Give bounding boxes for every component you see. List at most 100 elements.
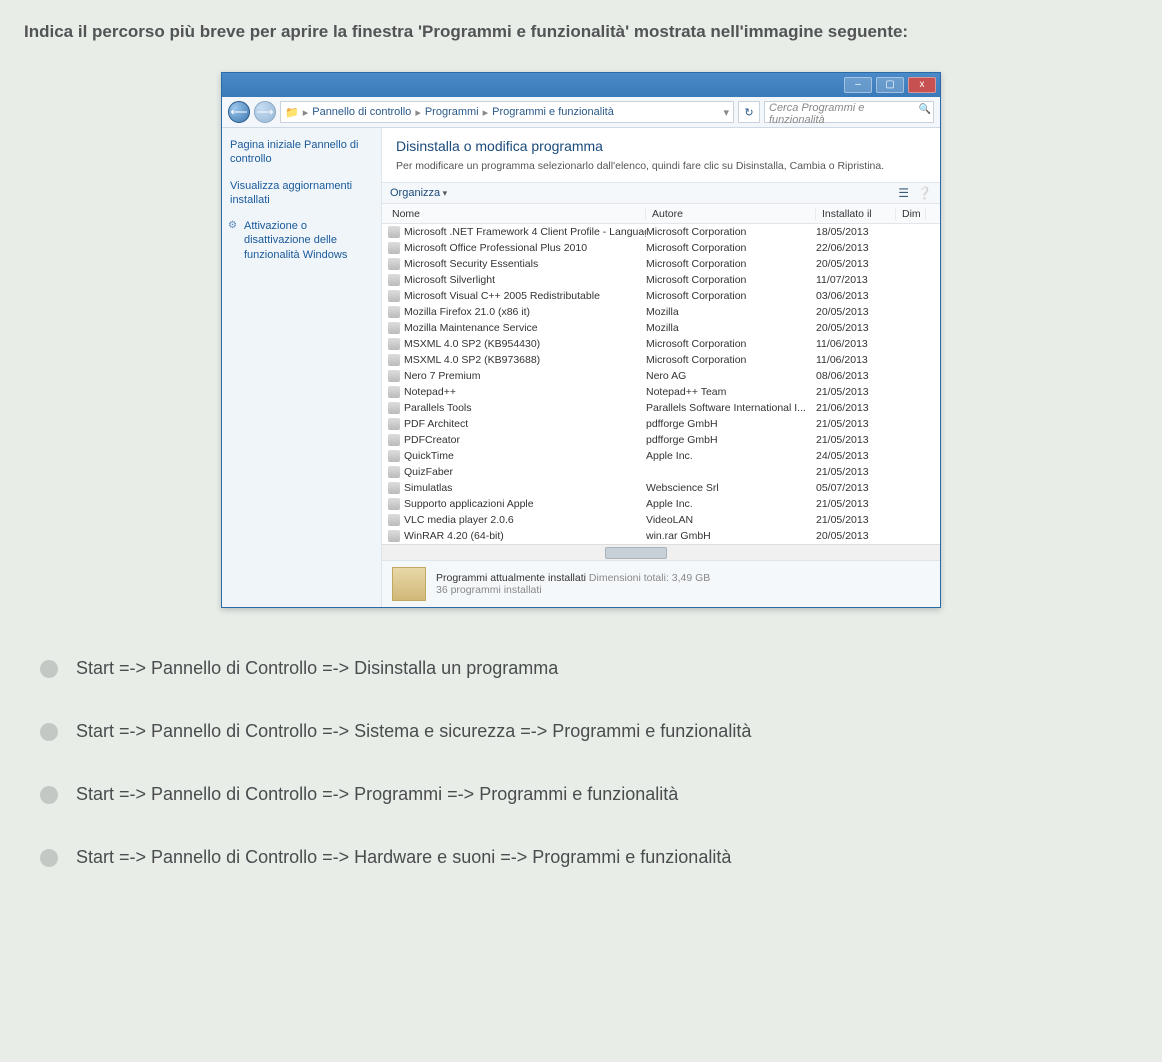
program-name: MSXML 4.0 SP2 (KB973688): [404, 354, 540, 366]
search-input[interactable]: Cerca Programmi e funzionalità: [764, 101, 934, 123]
answer-option-3[interactable]: Start =-> Pannello di Controllo =-> Prog…: [40, 784, 1142, 805]
program-date: 21/05/2013: [816, 466, 896, 478]
nav-back-button[interactable]: ⟵: [228, 101, 250, 123]
program-date: 11/07/2013: [816, 274, 896, 286]
program-name: Notepad++: [404, 386, 456, 398]
program-row[interactable]: PDF Architectpdfforge GmbH21/05/2013: [382, 416, 940, 432]
program-row[interactable]: PDFCreatorpdfforge GmbH21/05/2013: [382, 432, 940, 448]
program-date: 03/06/2013: [816, 290, 896, 302]
program-row[interactable]: QuizFaber 21/05/2013: [382, 464, 940, 480]
program-author: Nero AG: [646, 370, 816, 382]
program-icon: [388, 498, 400, 510]
radio-icon[interactable]: [40, 849, 58, 867]
crumb-programs-features[interactable]: Programmi e funzionalità: [492, 106, 614, 118]
program-date: 21/05/2013: [816, 498, 896, 510]
program-name: Microsoft Security Essentials: [404, 258, 538, 270]
refresh-button[interactable]: ↻: [738, 101, 760, 123]
program-row[interactable]: MSXML 4.0 SP2 (KB954430)Microsoft Corpor…: [382, 336, 940, 352]
program-list[interactable]: Microsoft .NET Framework 4 Client Profil…: [382, 224, 940, 544]
program-row[interactable]: Microsoft .NET Framework 4 Client Profil…: [382, 224, 940, 240]
status-line1-sub: Dimensioni totali: 3,49 GB: [589, 572, 710, 584]
crumb-control-panel[interactable]: Pannello di controllo: [312, 106, 411, 118]
program-icon: [388, 322, 400, 334]
program-icon: [388, 258, 400, 270]
program-row[interactable]: Mozilla Maintenance ServiceMozilla20/05/…: [382, 320, 940, 336]
toolbar: Organizza ☰ ❔: [382, 182, 940, 204]
program-date: 22/06/2013: [816, 242, 896, 254]
sidebar-link-updates[interactable]: Visualizza aggiornamenti installati: [230, 179, 373, 208]
program-row[interactable]: Microsoft Security EssentialsMicrosoft C…: [382, 256, 940, 272]
sidebar-link-windows-features[interactable]: Attivazione o disattivazione delle funzi…: [230, 219, 373, 262]
chevron-right-icon: ▸: [483, 106, 489, 119]
program-date: 05/07/2013: [816, 482, 896, 494]
column-installed[interactable]: Installato il: [816, 208, 896, 220]
answer-option-2[interactable]: Start =-> Pannello di Controllo =-> Sist…: [40, 721, 1142, 742]
answer-option-4[interactable]: Start =-> Pannello di Controllo =-> Hard…: [40, 847, 1142, 868]
status-line2: 36 programmi installati: [436, 584, 710, 596]
program-name: Microsoft Silverlight: [404, 274, 495, 286]
nav-forward-button[interactable]: ⟶: [254, 101, 276, 123]
program-row[interactable]: MSXML 4.0 SP2 (KB973688)Microsoft Corpor…: [382, 352, 940, 368]
breadcrumb[interactable]: 📁 ▸ Pannello di controllo ▸ Programmi ▸ …: [280, 101, 734, 123]
program-date: 20/05/2013: [816, 306, 896, 318]
program-row[interactable]: Microsoft Office Professional Plus 2010M…: [382, 240, 940, 256]
program-date: 11/06/2013: [816, 354, 896, 366]
radio-icon[interactable]: [40, 660, 58, 678]
dropdown-icon[interactable]: ▾: [723, 106, 729, 119]
program-row[interactable]: QuickTimeApple Inc.24/05/2013: [382, 448, 940, 464]
program-row[interactable]: Nero 7 PremiumNero AG08/06/2013: [382, 368, 940, 384]
answer-text: Start =-> Pannello di Controllo =-> Sist…: [76, 721, 751, 742]
program-row[interactable]: Microsoft SilverlightMicrosoft Corporati…: [382, 272, 940, 288]
program-name: Simulatlas: [404, 482, 452, 494]
program-name: PDF Architect: [404, 418, 468, 430]
help-icon[interactable]: ❔: [917, 186, 932, 200]
chevron-right-icon: ▸: [415, 106, 421, 119]
program-row[interactable]: Notepad++Notepad++ Team21/05/2013: [382, 384, 940, 400]
program-name: QuizFaber: [404, 466, 453, 478]
program-name: WinRAR 4.20 (64-bit): [404, 530, 504, 542]
program-author: Microsoft Corporation: [646, 226, 816, 238]
program-row[interactable]: Parallels ToolsParallels Software Intern…: [382, 400, 940, 416]
program-date: 24/05/2013: [816, 450, 896, 462]
program-icon: [388, 370, 400, 382]
program-author: Microsoft Corporation: [646, 242, 816, 254]
status-icon: [392, 567, 426, 601]
program-row[interactable]: VLC media player 2.0.6VideoLAN21/05/2013: [382, 512, 940, 528]
organize-button[interactable]: Organizza: [390, 187, 447, 199]
program-date: 21/06/2013: [816, 402, 896, 414]
program-icon: [388, 514, 400, 526]
crumb-programs[interactable]: Programmi: [425, 106, 479, 118]
program-name: Mozilla Maintenance Service: [404, 322, 538, 334]
program-icon: [388, 434, 400, 446]
answer-option-1[interactable]: Start =-> Pannello di Controllo =-> Disi…: [40, 658, 1142, 679]
close-button[interactable]: x: [908, 77, 936, 93]
program-row[interactable]: Microsoft Visual C++ 2005 Redistributabl…: [382, 288, 940, 304]
program-date: 20/05/2013: [816, 258, 896, 270]
panel-subheading: Per modificare un programma selezionarlo…: [382, 156, 940, 182]
program-row[interactable]: Supporto applicazioni AppleApple Inc.21/…: [382, 496, 940, 512]
column-size[interactable]: Dim: [896, 208, 926, 220]
column-name[interactable]: Nome: [386, 208, 646, 220]
program-author: VideoLAN: [646, 514, 816, 526]
program-name: QuickTime: [404, 450, 454, 462]
program-icon: [388, 274, 400, 286]
horizontal-scrollbar[interactable]: [382, 544, 940, 560]
program-icon: [388, 242, 400, 254]
program-row[interactable]: SimulatlasWebscience Srl05/07/2013: [382, 480, 940, 496]
radio-icon[interactable]: [40, 786, 58, 804]
status-text: Programmi attualmente installati Dimensi…: [436, 572, 710, 596]
program-row[interactable]: Mozilla Firefox 21.0 (x86 it)Mozilla20/0…: [382, 304, 940, 320]
program-name: Microsoft Visual C++ 2005 Redistributabl…: [404, 290, 600, 302]
column-author[interactable]: Autore: [646, 208, 816, 220]
view-mode-icon[interactable]: ☰: [898, 186, 909, 200]
answer-list: Start =-> Pannello di Controllo =-> Disi…: [0, 618, 1162, 868]
program-date: 20/05/2013: [816, 322, 896, 334]
sidebar-link-home[interactable]: Pagina iniziale Pannello di controllo: [230, 138, 373, 167]
program-row[interactable]: WinRAR 4.20 (64-bit)win.rar GmbH20/05/20…: [382, 528, 940, 544]
maximize-button[interactable]: ▢: [876, 77, 904, 93]
minimize-button[interactable]: –: [844, 77, 872, 93]
program-icon: [388, 290, 400, 302]
radio-icon[interactable]: [40, 723, 58, 741]
chevron-right-icon: ▸: [303, 106, 309, 119]
program-icon: [388, 226, 400, 238]
